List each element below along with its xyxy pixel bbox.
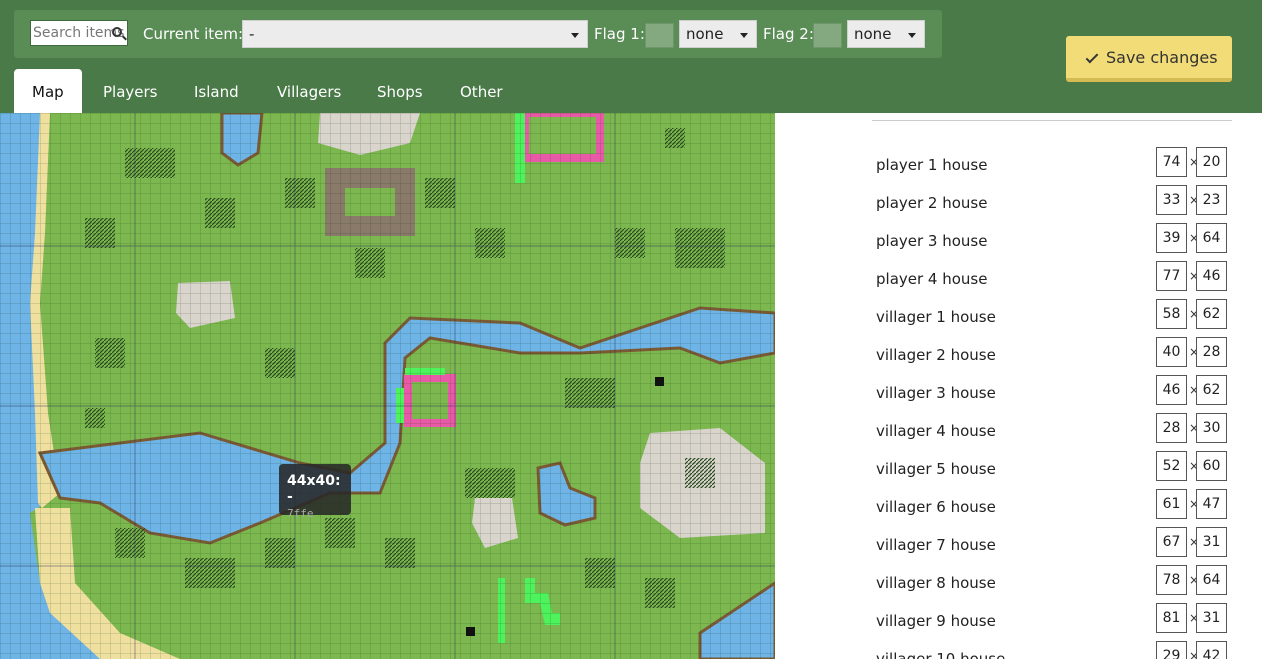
flag2-value: none	[854, 25, 892, 43]
save-label: Save changes	[1106, 48, 1218, 67]
map-tooltip: 44x40: - 7ffe	[279, 464, 351, 520]
current-item-label: Current item:	[143, 25, 244, 43]
search-placeholder: Search items	[33, 25, 125, 41]
tab-villagers[interactable]: Villagers	[277, 69, 341, 113]
map-grid	[0, 113, 775, 659]
tab-map[interactable]: Map	[14, 69, 82, 113]
house-x-input[interactable]: 74	[1156, 147, 1187, 177]
flag2-color-swatch[interactable]	[813, 23, 842, 48]
house-y-input[interactable]: 31	[1196, 527, 1227, 557]
chevron-down-icon	[740, 33, 748, 38]
house-name: villager 7 house	[876, 536, 996, 554]
current-item-select[interactable]: -	[242, 20, 588, 48]
house-y-input[interactable]: 31	[1196, 603, 1227, 633]
house-y-input[interactable]: 60	[1196, 451, 1227, 481]
house-name: villager 8 house	[876, 574, 996, 592]
divider	[872, 120, 1232, 121]
house-y-input[interactable]: 23	[1196, 185, 1227, 215]
flag1-label: Flag 1:	[594, 25, 645, 43]
tab-other[interactable]: Other	[460, 69, 503, 113]
house-y-input[interactable]: 62	[1196, 375, 1227, 405]
checkmark-icon	[1085, 50, 1099, 64]
search-input[interactable]: Search items	[30, 20, 128, 46]
house-y-input[interactable]: 64	[1196, 565, 1227, 595]
house-row: villager 2 house 40 × 28	[876, 337, 1228, 375]
house-y-input[interactable]: 47	[1196, 489, 1227, 519]
house-name: villager 9 house	[876, 612, 996, 630]
house-name: player 1 house	[876, 156, 988, 174]
house-row: player 3 house 39 × 64	[876, 223, 1228, 261]
house-name: villager 6 house	[876, 498, 996, 516]
house-x-input[interactable]: 39	[1156, 223, 1187, 253]
house-x-input[interactable]: 78	[1156, 565, 1187, 595]
house-x-input[interactable]: 77	[1156, 261, 1187, 291]
house-name: player 4 house	[876, 270, 988, 288]
tab-players[interactable]: Players	[103, 69, 158, 113]
house-x-input[interactable]: 33	[1156, 185, 1187, 215]
flag2-select[interactable]: none	[847, 20, 925, 48]
house-x-input[interactable]: 67	[1156, 527, 1187, 557]
house-y-input[interactable]: 42	[1196, 641, 1227, 659]
house-row: villager 6 house 61 × 47	[876, 489, 1228, 527]
tab-island[interactable]: Island	[194, 69, 239, 113]
tab-shops[interactable]: Shops	[377, 69, 423, 113]
house-row: villager 10 house 29 × 42	[876, 641, 1228, 659]
house-x-input[interactable]: 52	[1156, 451, 1187, 481]
house-name: player 3 house	[876, 232, 988, 250]
house-row: villager 9 house 81 × 31	[876, 603, 1228, 641]
house-x-input[interactable]: 46	[1156, 375, 1187, 405]
header-bar: Search items Current item: - Flag 1: non…	[0, 0, 1262, 113]
house-name: player 2 house	[876, 194, 988, 212]
house-x-input[interactable]: 58	[1156, 299, 1187, 329]
house-name: villager 3 house	[876, 384, 996, 402]
flag2-label: Flag 2:	[763, 25, 814, 43]
house-row: villager 5 house 52 × 60	[876, 451, 1228, 489]
house-row: villager 1 house 58 × 62	[876, 299, 1228, 337]
house-x-input[interactable]: 61	[1156, 489, 1187, 519]
house-row: player 4 house 77 × 46	[876, 261, 1228, 299]
item-toolbar: Search items Current item: - Flag 1: non…	[14, 10, 942, 58]
map-canvas[interactable]	[0, 113, 775, 659]
search-icon[interactable]	[112, 27, 122, 37]
flag1-color-swatch[interactable]	[645, 23, 674, 48]
house-x-input[interactable]: 40	[1156, 337, 1187, 367]
house-name: villager 10 house	[876, 650, 1006, 659]
island-map[interactable]: 44x40: - 7ffe	[0, 113, 775, 659]
house-name: villager 5 house	[876, 460, 996, 478]
house-y-input[interactable]: 46	[1196, 261, 1227, 291]
chevron-down-icon	[571, 33, 579, 38]
tooltip-code: 7ffe	[287, 507, 314, 520]
house-y-input[interactable]: 30	[1196, 413, 1227, 443]
chevron-down-icon	[908, 33, 916, 38]
house-row: player 2 house 33 × 23	[876, 185, 1228, 223]
house-name: villager 1 house	[876, 308, 996, 326]
house-x-input[interactable]: 28	[1156, 413, 1187, 443]
house-y-input[interactable]: 64	[1196, 223, 1227, 253]
house-name: villager 4 house	[876, 422, 996, 440]
house-y-input[interactable]: 28	[1196, 337, 1227, 367]
house-positions-panel: player 1 house 74 × 20 player 2 house 33 × 23 pl…	[775, 113, 1262, 659]
save-changes-button[interactable]: Save changes	[1066, 36, 1232, 82]
house-y-input[interactable]: 20	[1196, 147, 1227, 177]
tooltip-title: 44x40: -	[287, 473, 341, 505]
house-row: villager 3 house 46 × 62	[876, 375, 1228, 413]
flag1-value: none	[686, 25, 724, 43]
flag1-select[interactable]: none	[679, 20, 757, 48]
house-y-input[interactable]: 62	[1196, 299, 1227, 329]
house-row: villager 4 house 28 × 30	[876, 413, 1228, 451]
house-row: villager 8 house 78 × 64	[876, 565, 1228, 603]
house-row: villager 7 house 67 × 31	[876, 527, 1228, 565]
house-x-input[interactable]: 29	[1156, 641, 1187, 659]
house-name: villager 2 house	[876, 346, 996, 364]
current-item-value: -	[249, 25, 255, 43]
house-row: player 1 house 74 × 20	[876, 147, 1228, 185]
house-x-input[interactable]: 81	[1156, 603, 1187, 633]
